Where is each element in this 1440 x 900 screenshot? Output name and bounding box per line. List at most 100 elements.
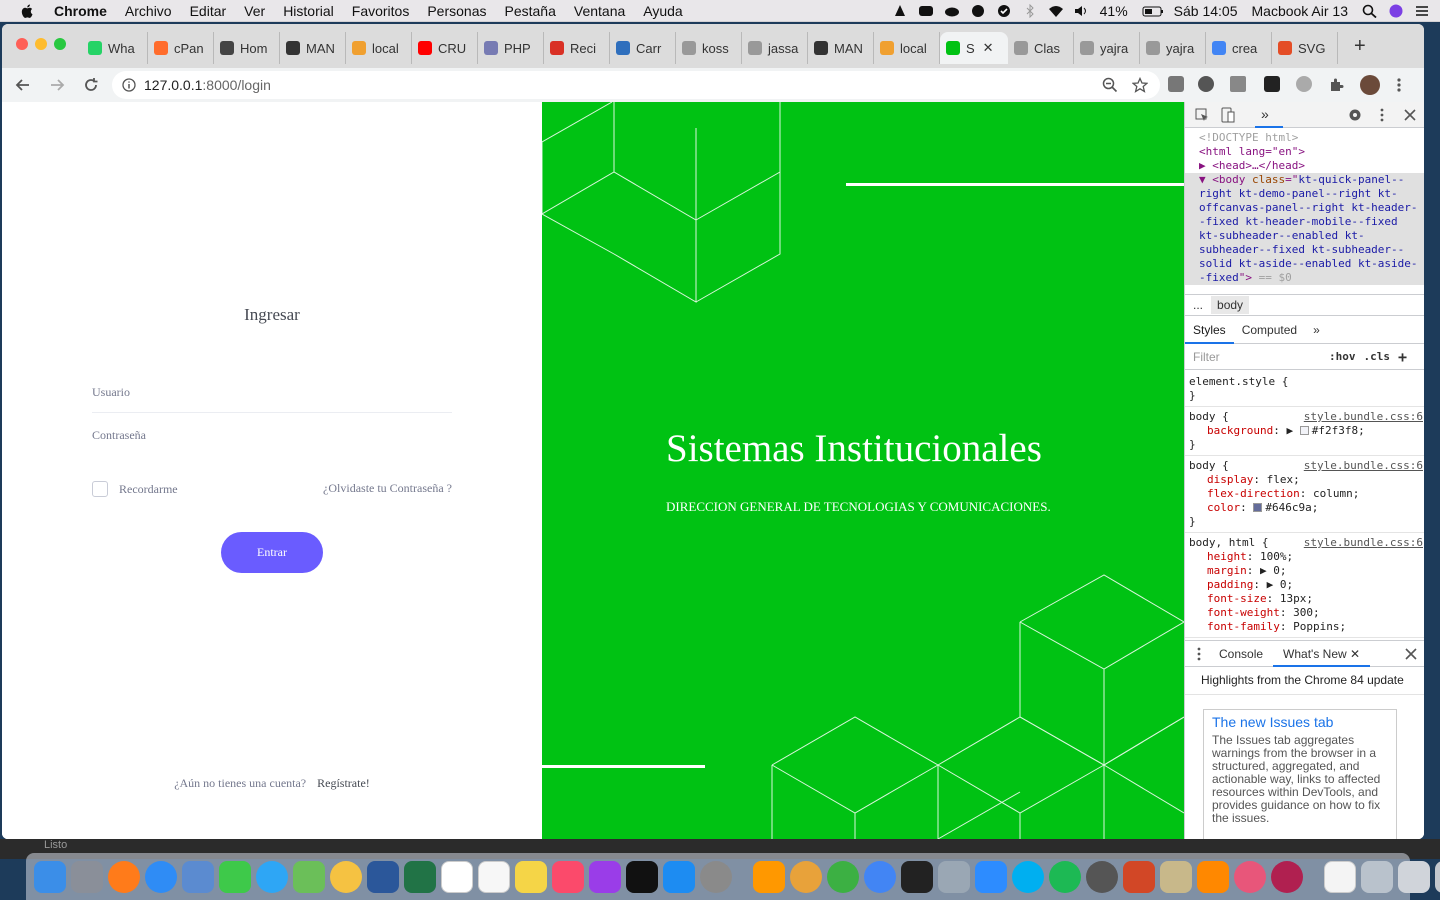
card-title[interactable]: The new Issues tab <box>1212 714 1388 730</box>
menu-editar[interactable]: Editar <box>190 3 227 19</box>
idol-app-icon[interactable] <box>1234 860 1266 893</box>
rule-property[interactable]: display <box>1207 473 1253 486</box>
inspect-element-icon[interactable] <box>1195 108 1209 122</box>
document-icon[interactable] <box>1324 860 1356 893</box>
facetime-icon[interactable] <box>219 860 251 893</box>
spotify-icon[interactable] <box>1049 860 1081 893</box>
style-rule-body-html[interactable]: style.bundle.css:6 body, html { height: … <box>1185 533 1424 638</box>
browser-tab[interactable]: Clas <box>1008 32 1074 64</box>
breadcrumb-ellipsis[interactable]: ... <box>1193 298 1203 312</box>
rule-value[interactable]: Poppins; <box>1293 620 1346 633</box>
instruments-icon[interactable] <box>1160 860 1192 893</box>
browser-tab[interactable]: koss <box>676 32 742 64</box>
issues-tab-card[interactable]: The new Issues tab The Issues tab aggreg… <box>1203 709 1397 839</box>
browser-tab[interactable]: yajra <box>1074 32 1140 64</box>
menu-pestana[interactable]: Pestaña <box>505 3 556 19</box>
browser-tab[interactable]: CRU <box>412 32 478 64</box>
rule-value[interactable]: 300; <box>1293 606 1320 619</box>
browser-tab[interactable]: Carr <box>610 32 676 64</box>
window-close-button[interactable] <box>16 38 28 50</box>
rule-property[interactable]: font-size <box>1207 592 1267 605</box>
rule-value[interactable]: 0; <box>1280 578 1293 591</box>
browser-tab[interactable]: MAN <box>808 32 874 64</box>
styles-filter-input[interactable]: Filter <box>1193 350 1321 364</box>
url-text[interactable]: 127.0.0.1:8000/login <box>144 77 271 93</box>
compass-extension-icon[interactable] <box>1296 76 1312 92</box>
battery-icon[interactable] <box>1142 4 1164 18</box>
rule-property[interactable]: color <box>1207 501 1240 514</box>
notification-center-icon[interactable] <box>1414 4 1430 18</box>
firefox-icon[interactable] <box>108 860 140 893</box>
close-tab-icon[interactable]: ✕ <box>1350 647 1360 661</box>
maps-icon[interactable] <box>293 860 325 893</box>
address-bar[interactable]: 127.0.0.1:8000/login <box>112 71 1160 99</box>
vue-devtools-extension-icon[interactable] <box>1168 76 1184 92</box>
rule-source-link[interactable]: style.bundle.css:6 <box>1304 410 1423 424</box>
notes-icon[interactable] <box>515 860 547 893</box>
style-rule-body-flex[interactable]: style.bundle.css:6 body { display: flex;… <box>1185 456 1424 533</box>
rule-value[interactable]: #646c9a; <box>1265 501 1318 514</box>
device-name[interactable]: Macbook Air 13 <box>1252 3 1349 19</box>
chrome-menu-icon[interactable] <box>1396 77 1402 93</box>
head-node[interactable]: ▶ <head>…</head> <box>1199 159 1424 173</box>
settings-gear-icon[interactable] <box>1348 108 1362 122</box>
vlc-icon[interactable] <box>1197 860 1229 893</box>
menu-personas[interactable]: Personas <box>427 3 486 19</box>
elements-tree[interactable]: <!DOCTYPE html> <html lang="en"> ▶ <head… <box>1185 128 1424 285</box>
close-drawer-icon[interactable] <box>1405 648 1417 660</box>
siri-icon[interactable] <box>1388 4 1404 18</box>
html-node[interactable]: <html lang="en"> <box>1199 145 1424 159</box>
powerpoint-icon[interactable] <box>1123 860 1155 893</box>
reminders-icon[interactable] <box>478 860 510 893</box>
password-field[interactable]: Contraseña <box>92 428 452 455</box>
rule-value[interactable]: 100%; <box>1260 550 1293 563</box>
forgot-password-link[interactable]: ¿Olvidaste tu Contraseña ? <box>323 481 452 496</box>
forward-button[interactable] <box>44 72 70 98</box>
photos-icon[interactable] <box>330 860 362 893</box>
rule-property[interactable]: height <box>1207 550 1247 563</box>
apple-logo-icon[interactable] <box>18 3 38 19</box>
rule-value[interactable]: flex; <box>1267 473 1300 486</box>
rule-property[interactable]: font-weight <box>1207 606 1280 619</box>
menu-ayuda[interactable]: Ayuda <box>643 3 682 19</box>
tab-whats-new[interactable]: What's New ✕ <box>1273 641 1371 667</box>
excel-icon[interactable] <box>404 860 436 893</box>
rule-value[interactable]: 13px; <box>1280 592 1313 605</box>
color-picker-icon[interactable] <box>790 860 822 893</box>
rule-property[interactable]: padding <box>1207 578 1253 591</box>
tab-console[interactable]: Console <box>1209 641 1273 667</box>
style-rule-body-background[interactable]: style.bundle.css:6 body { background: ▶ … <box>1185 407 1424 456</box>
tab-styles[interactable]: Styles <box>1185 316 1234 344</box>
window-minimize-button[interactable] <box>35 38 47 50</box>
apple-tv-icon[interactable] <box>626 860 658 893</box>
browser-tab[interactable]: yajra <box>1140 32 1206 64</box>
menu-app-name[interactable]: Chrome <box>54 3 107 19</box>
spotlight-search-icon[interactable] <box>1362 4 1378 18</box>
wifi-icon[interactable] <box>1048 4 1064 18</box>
browser-tab[interactable]: PHP <box>478 32 544 64</box>
utorrent-icon[interactable] <box>827 860 859 893</box>
hover-state-toggle[interactable]: :hov <box>1329 350 1356 363</box>
browser-tab[interactable]: cPan <box>148 32 214 64</box>
menu-archivo[interactable]: Archivo <box>125 3 172 19</box>
browser-tab[interactable]: crea <box>1206 32 1272 64</box>
clock[interactable]: Sáb 14:05 <box>1174 3 1238 19</box>
body-node[interactable]: ▼ <body class="kt-quick-panel--right kt-… <box>1185 173 1424 285</box>
rule-value[interactable]: 0; <box>1273 564 1286 577</box>
bookmark-star-icon[interactable] <box>1132 77 1148 93</box>
devtools-menu-icon[interactable] <box>1380 108 1384 122</box>
rule-value[interactable]: column; <box>1313 487 1359 500</box>
zoom-app-icon[interactable] <box>918 4 934 18</box>
browser-tab[interactable]: Hom <box>214 32 280 64</box>
word-icon[interactable] <box>367 860 399 893</box>
rule-source-link[interactable]: style.bundle.css:6 <box>1304 459 1423 473</box>
rule-property[interactable]: margin <box>1207 564 1247 577</box>
zoom-icon[interactable] <box>975 860 1007 893</box>
menu-historial[interactable]: Historial <box>283 3 334 19</box>
rule-property[interactable]: background <box>1207 424 1273 437</box>
cloud-icon[interactable] <box>944 4 960 18</box>
profile-avatar[interactable] <box>1360 75 1380 95</box>
browser-tab[interactable]: SVG <box>1272 32 1338 64</box>
check-shield-icon[interactable] <box>996 4 1012 18</box>
safari-icon[interactable] <box>145 860 177 893</box>
